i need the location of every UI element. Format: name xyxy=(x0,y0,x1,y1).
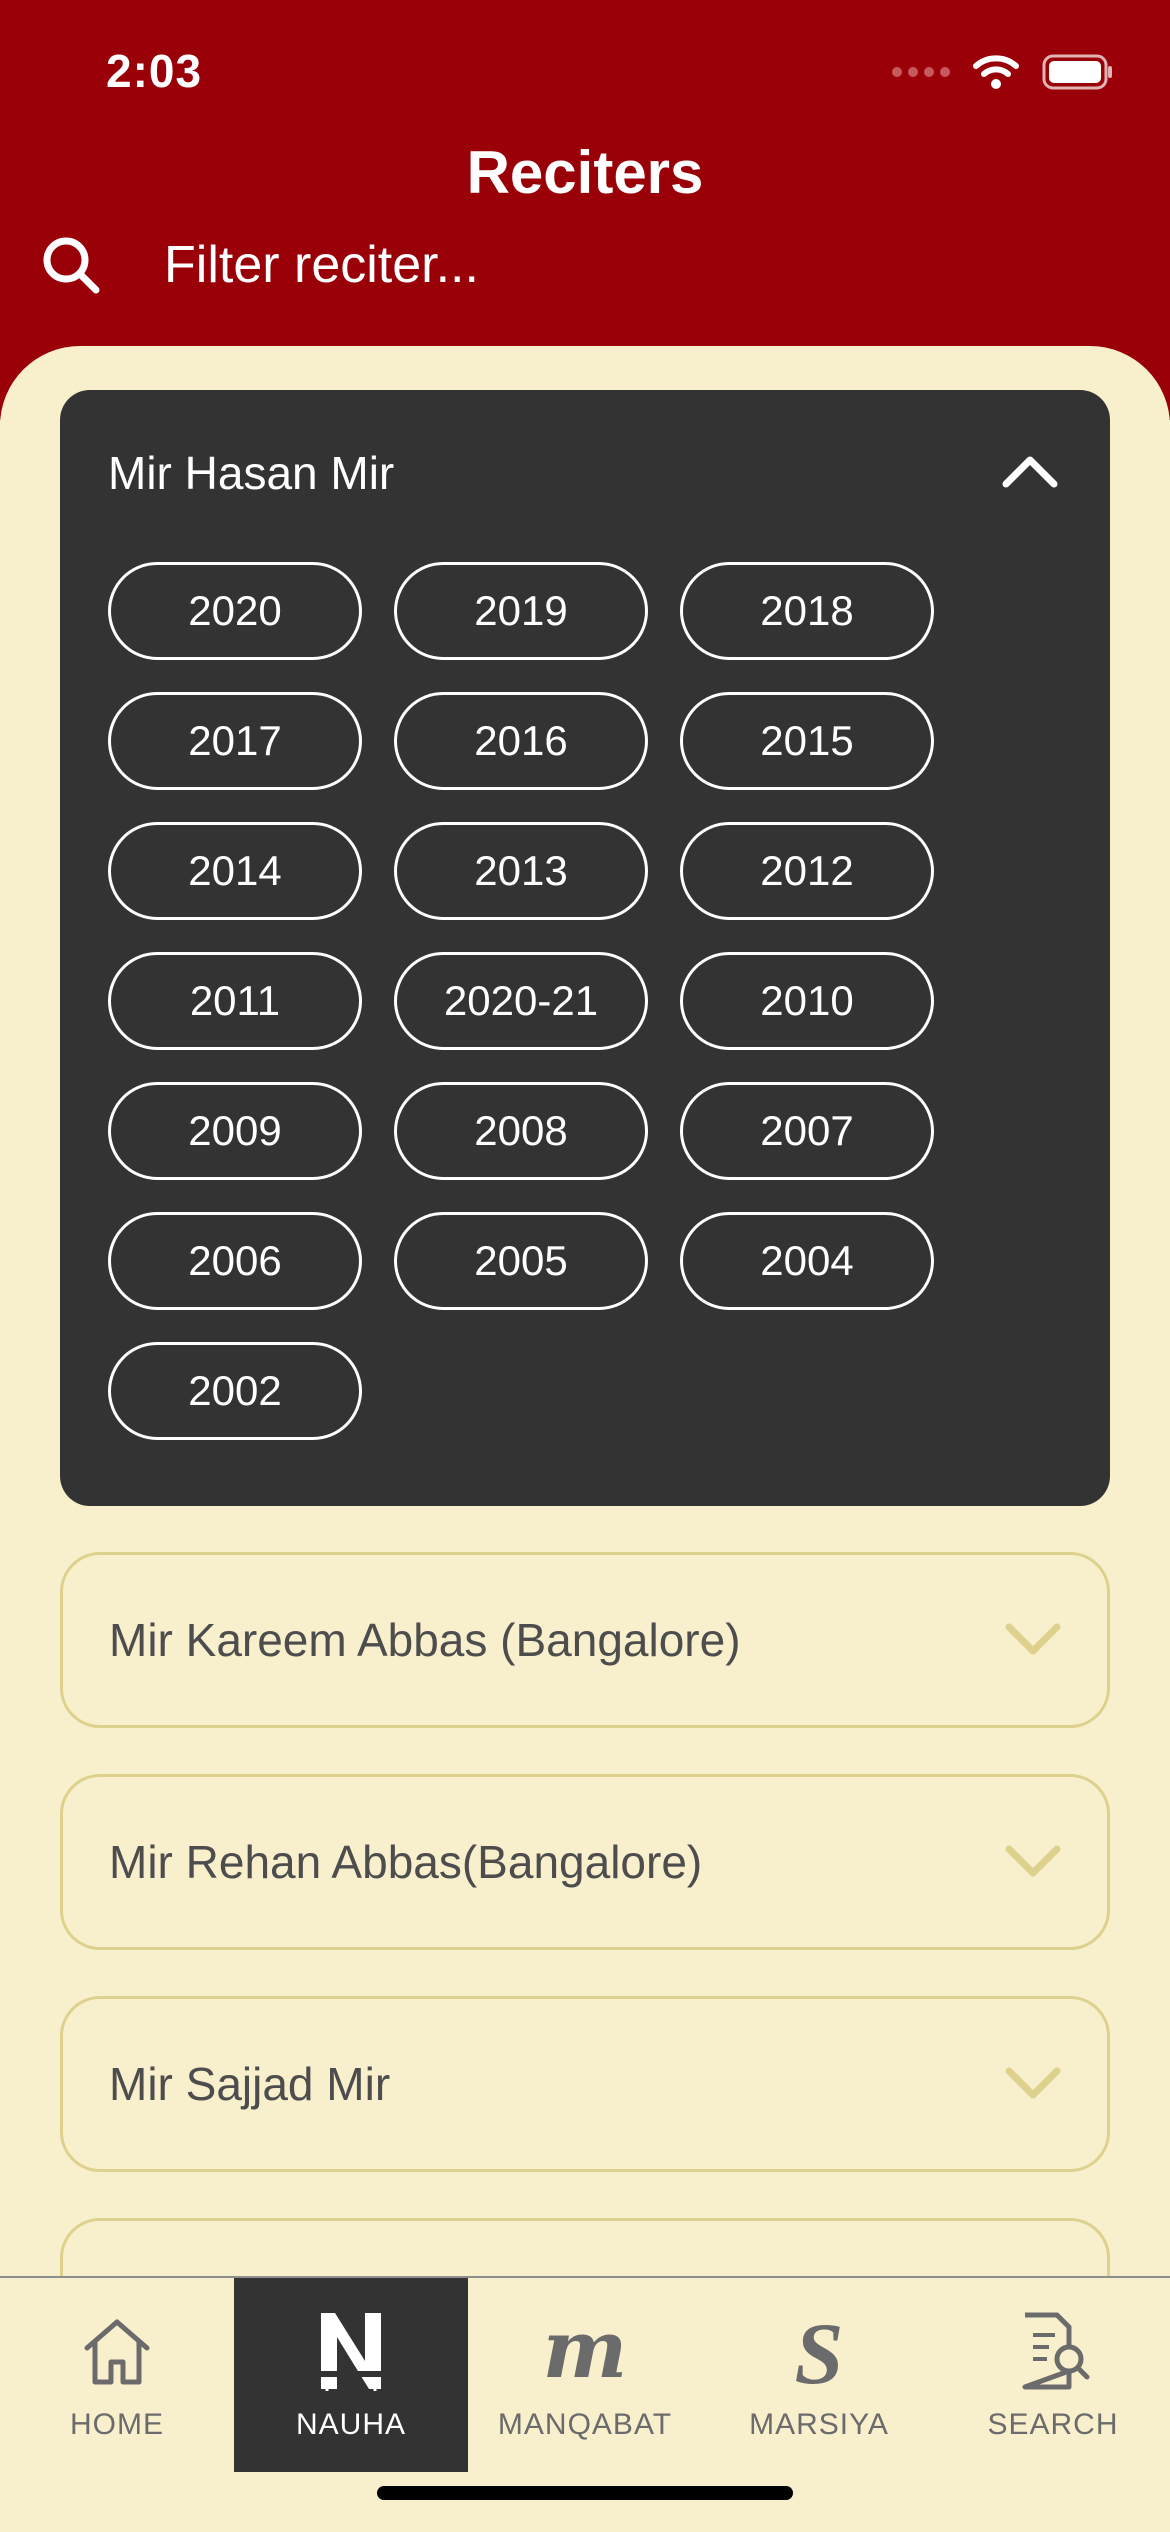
search-icon[interactable] xyxy=(38,232,104,298)
search-document-icon xyxy=(1022,2312,1090,2390)
year-pill[interactable]: 2009 xyxy=(108,1082,362,1180)
tab-label: MARSIYA xyxy=(749,2408,889,2441)
chevron-up-icon[interactable] xyxy=(1000,450,1060,490)
status-time: 2:03 xyxy=(106,45,203,97)
nauha-icon xyxy=(317,2313,385,2391)
reciter-name: Mir Sajjad Mir xyxy=(109,2058,391,2110)
year-pill[interactable]: 2011 xyxy=(108,952,362,1050)
reciter-list: Mir Hasan Mir 2020 2019 2018 2017 2016 2… xyxy=(0,346,1170,2276)
status-icons xyxy=(892,52,1114,92)
year-pill[interactable]: 2014 xyxy=(108,822,362,920)
year-pill[interactable]: 2018 xyxy=(680,562,934,660)
svg-text:S: S xyxy=(795,2309,844,2393)
tab-home[interactable]: HOME xyxy=(0,2278,234,2472)
tab-label: SEARCH xyxy=(987,2408,1119,2441)
wifi-icon xyxy=(973,55,1019,89)
marsiya-icon: S xyxy=(795,2309,844,2393)
tab-label: NAUHA xyxy=(295,2408,406,2441)
year-pill[interactable]: 2015 xyxy=(680,692,934,790)
battery-icon xyxy=(1042,54,1112,90)
tab-label: HOME xyxy=(70,2408,164,2441)
home-icon xyxy=(84,2319,150,2385)
tab-marsiya[interactable]: S MARSIYA xyxy=(702,2278,936,2472)
home-indicator[interactable] xyxy=(377,2486,793,2500)
tab-manqabat[interactable]: m MANQABAT xyxy=(468,2278,702,2472)
year-pill[interactable]: 2006 xyxy=(108,1212,362,1310)
year-pill[interactable]: 2008 xyxy=(394,1082,648,1180)
chevron-down-icon[interactable] xyxy=(1003,1621,1063,1661)
reciter-card[interactable]: Mir Kareem Abbas (Bangalore) xyxy=(60,1552,1110,1728)
chevron-down-icon[interactable] xyxy=(1003,2065,1063,2105)
tab-label: MANQABAT xyxy=(497,2408,673,2441)
year-pill[interactable]: 2013 xyxy=(394,822,648,920)
svg-text:m: m xyxy=(543,2309,628,2393)
tab-nauha[interactable]: NAUHA xyxy=(234,2278,468,2472)
reciter-name[interactable]: Mir Hasan Mir xyxy=(108,446,394,500)
year-pill[interactable]: 2005 xyxy=(394,1212,648,1310)
search-bar xyxy=(38,232,1064,298)
reciter-card[interactable]: Mir Sajjad Mir xyxy=(60,1996,1110,2172)
page-title: Reciters xyxy=(466,139,704,206)
year-pill[interactable]: 2020 xyxy=(108,562,362,660)
reciter-name: Mir Kareem Abbas (Bangalore) xyxy=(109,1614,741,1666)
tab-search[interactable]: SEARCH xyxy=(936,2278,1170,2472)
cellular-signal-icon xyxy=(892,67,950,77)
year-pill[interactable]: 2019 xyxy=(394,562,648,660)
reciter-card-expanded: Mir Hasan Mir 2020 2019 2018 2017 2016 2… xyxy=(60,390,1110,1506)
reciter-card-partial[interactable] xyxy=(60,2218,1110,2276)
reciter-card[interactable]: Mir Rehan Abbas(Bangalore) xyxy=(60,1774,1110,1950)
filter-reciter-input[interactable] xyxy=(164,235,1064,295)
year-pill[interactable]: 2002 xyxy=(108,1342,362,1440)
year-pill[interactable]: 2010 xyxy=(680,952,934,1050)
manqabat-icon: m xyxy=(543,2309,628,2393)
chevron-down-icon[interactable] xyxy=(1003,1843,1063,1883)
year-pill[interactable]: 2004 xyxy=(680,1212,934,1310)
year-pill[interactable]: 2012 xyxy=(680,822,934,920)
year-pill[interactable]: 2007 xyxy=(680,1082,934,1180)
year-pill[interactable]: 2020-21 xyxy=(394,952,648,1050)
reciter-name: Mir Rehan Abbas(Bangalore) xyxy=(109,1836,703,1888)
year-pill[interactable]: 2017 xyxy=(108,692,362,790)
year-grid: 2020 2019 2018 2017 2016 2015 2014 2013 … xyxy=(108,562,988,1440)
year-pill[interactable]: 2016 xyxy=(394,692,648,790)
